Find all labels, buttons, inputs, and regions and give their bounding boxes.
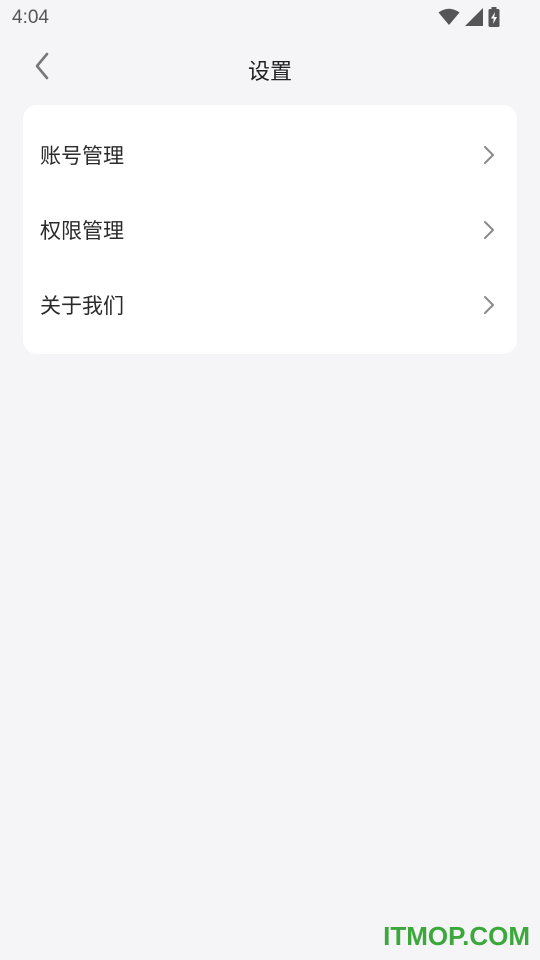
status-time: 4:04 xyxy=(12,7,49,28)
settings-item-permission-management[interactable]: 权限管理 xyxy=(23,192,517,267)
page-title: 设置 xyxy=(247,60,292,85)
chevron-right-icon xyxy=(481,294,497,316)
settings-screen: 4:04 设置 账号管理 权限管理 关于我们 ITMOP.COM xyxy=(0,0,540,960)
settings-item-about-us[interactable]: 关于我们 xyxy=(23,267,517,342)
settings-item-label: 账号管理 xyxy=(40,143,124,168)
settings-item-label: 关于我们 xyxy=(40,293,124,318)
wifi-icon xyxy=(438,8,460,26)
cellular-signal-icon xyxy=(464,8,484,26)
chevron-right-icon xyxy=(481,144,497,166)
settings-item-account-management[interactable]: 账号管理 xyxy=(23,117,517,192)
battery-charging-icon xyxy=(488,7,500,27)
settings-card: 账号管理 权限管理 关于我们 xyxy=(23,105,517,354)
header: 设置 xyxy=(0,44,540,92)
watermark: ITMOP.COM xyxy=(383,921,530,951)
chevron-right-icon xyxy=(481,219,497,241)
status-icons xyxy=(438,7,500,27)
settings-item-label: 权限管理 xyxy=(40,218,124,243)
status-bar: 4:04 xyxy=(0,0,540,36)
